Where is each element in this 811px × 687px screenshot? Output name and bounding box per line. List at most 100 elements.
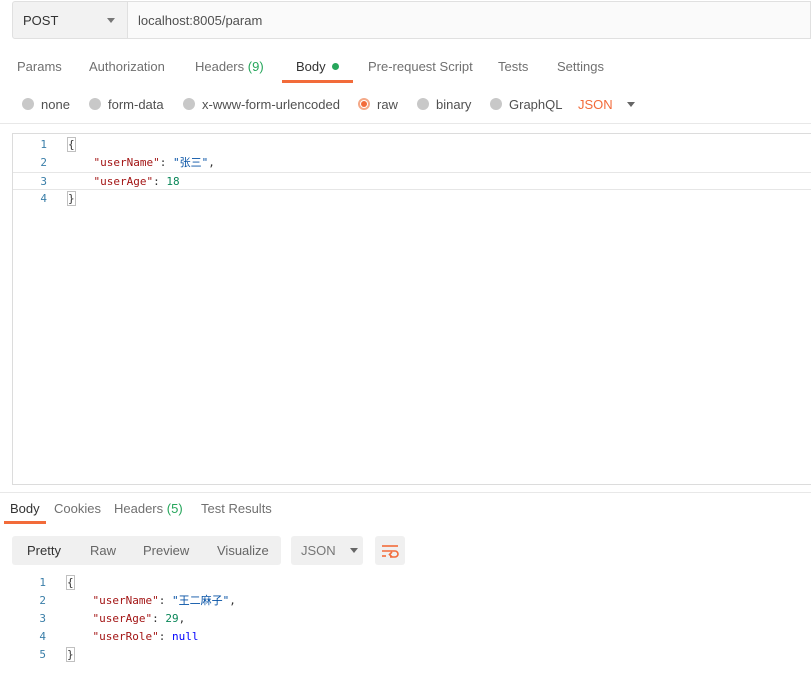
line-number: 3	[39, 612, 46, 625]
tab-settings[interactable]: Settings	[557, 52, 604, 82]
view-preview-button[interactable]: Preview	[143, 536, 189, 565]
method-label: POST	[23, 12, 59, 28]
tab-label: Cookies	[54, 501, 101, 516]
json-comma: ,	[229, 594, 236, 607]
response-format-label: JSON	[301, 543, 336, 558]
chevron-down-icon	[107, 18, 115, 23]
view-label: Pretty	[27, 543, 61, 558]
open-brace: {	[67, 137, 76, 152]
dot-icon	[331, 63, 339, 70]
tab-tests[interactable]: Tests	[498, 52, 528, 82]
response-tab-headers[interactable]: Headers (5)	[114, 496, 183, 522]
code-text: {	[66, 574, 75, 592]
radio-circle-icon	[417, 98, 429, 110]
response-tab-test-results[interactable]: Test Results	[201, 496, 272, 522]
wrap-lines-icon	[382, 544, 399, 558]
code-line: 2 "userName": "王二麻子",	[12, 592, 811, 610]
tab-label: Pre-request Script	[368, 59, 473, 74]
chevron-down-icon	[626, 101, 635, 107]
code-text: }	[66, 646, 75, 664]
radio-raw[interactable]: raw	[358, 92, 398, 116]
url-text: localhost:8005/param	[138, 12, 263, 28]
tab-label: Test Results	[201, 501, 272, 516]
line-number: 4	[39, 630, 46, 643]
radio-label: form-data	[108, 96, 164, 112]
json-comma: ,	[208, 156, 215, 169]
radio-selected-icon	[358, 98, 370, 110]
code-text: "userRole": null	[92, 630, 199, 643]
line-number: 1	[39, 576, 46, 589]
body-format-label: JSON	[578, 96, 613, 112]
response-tab-body[interactable]: Body	[10, 496, 40, 522]
url-input[interactable]: localhost:8005/param	[128, 1, 811, 39]
line-number: 1	[40, 138, 47, 151]
wrap-lines-button[interactable]	[375, 536, 405, 565]
code-line: 4 "userRole": null	[12, 628, 811, 646]
code-text: "userName": "王二麻子",	[92, 594, 236, 607]
json-key: "userRole"	[92, 630, 159, 643]
code-line: 1 {	[13, 136, 811, 154]
tab-authorization[interactable]: Authorization	[89, 52, 165, 82]
json-value: 18	[166, 175, 180, 188]
line-number: 2	[39, 594, 46, 607]
body-type-options: none form-data x-www-form-urlencoded raw…	[0, 92, 811, 116]
json-value: null	[171, 630, 199, 643]
headers-count: (5)	[166, 501, 183, 516]
radio-x-www-form-urlencoded[interactable]: x-www-form-urlencoded	[183, 92, 340, 116]
tab-label: Settings	[557, 59, 604, 74]
method-select[interactable]: POST	[12, 1, 128, 39]
divider	[0, 123, 811, 124]
json-key: "userAge"	[92, 612, 153, 625]
tab-body[interactable]: Body	[296, 52, 339, 82]
headers-count: (9)	[247, 59, 264, 74]
code-line: 1 {	[12, 574, 811, 592]
request-body-editor[interactable]: 1 { 2 "userName": "张三", 3 "userAge": 18 …	[12, 133, 811, 485]
json-key: "userAge"	[93, 175, 154, 188]
json-comma: ,	[178, 612, 186, 625]
body-format-select[interactable]: JSON	[578, 92, 635, 116]
response-format-select[interactable]: JSON	[291, 536, 363, 565]
view-visualize-button[interactable]: Visualize	[217, 536, 269, 565]
tab-params[interactable]: Params	[17, 52, 62, 82]
code-line-current: 3 "userAge": 18	[13, 172, 811, 190]
tab-pre-request-script[interactable]: Pre-request Script	[368, 52, 473, 82]
radio-circle-icon	[89, 98, 101, 110]
code-line: 3 "userAge": 29,	[12, 610, 811, 628]
code-text: "userAge": 29,	[92, 612, 186, 625]
radio-circle-icon	[490, 98, 502, 110]
tab-label: Body	[296, 59, 326, 74]
code-line: 4 }	[13, 190, 811, 208]
close-brace: }	[67, 191, 76, 206]
radio-label: binary	[436, 96, 472, 112]
line-number: 5	[39, 648, 46, 661]
code-text: }	[67, 190, 76, 208]
response-view-group: Pretty Raw Preview Visualize	[12, 536, 281, 565]
json-value: 29	[165, 612, 179, 625]
code-text: "userName": "张三",	[93, 156, 215, 169]
radio-binary[interactable]: binary	[417, 92, 471, 116]
radio-graphql[interactable]: GraphQL	[490, 92, 562, 116]
response-body: 1 { 2 "userName": "王二麻子", 3 "userAge": 2…	[12, 574, 811, 674]
radio-label: raw	[377, 96, 398, 112]
radio-label: x-www-form-urlencoded	[202, 96, 340, 112]
radio-form-data[interactable]: form-data	[89, 92, 164, 116]
radio-none[interactable]: none	[22, 92, 70, 116]
close-brace: }	[66, 647, 75, 662]
view-raw-button[interactable]: Raw	[90, 536, 116, 565]
code-text: "userAge": 18	[93, 175, 180, 188]
chevron-down-icon	[349, 548, 358, 553]
response-tab-cookies[interactable]: Cookies	[54, 496, 101, 522]
code-line: 2 "userName": "张三",	[13, 154, 811, 172]
json-key: "userName"	[93, 156, 160, 169]
view-pretty-button[interactable]: Pretty	[27, 536, 61, 565]
tab-headers[interactable]: Headers (9)	[195, 52, 264, 82]
tab-label: Headers	[114, 501, 164, 516]
divider	[0, 492, 811, 493]
view-label: Preview	[143, 543, 190, 558]
radio-circle-icon	[183, 98, 195, 110]
radio-label: none	[41, 96, 70, 112]
view-label: Visualize	[217, 543, 269, 558]
active-tab-indicator	[282, 80, 353, 83]
open-brace: {	[66, 575, 75, 590]
line-number: 2	[40, 156, 47, 169]
